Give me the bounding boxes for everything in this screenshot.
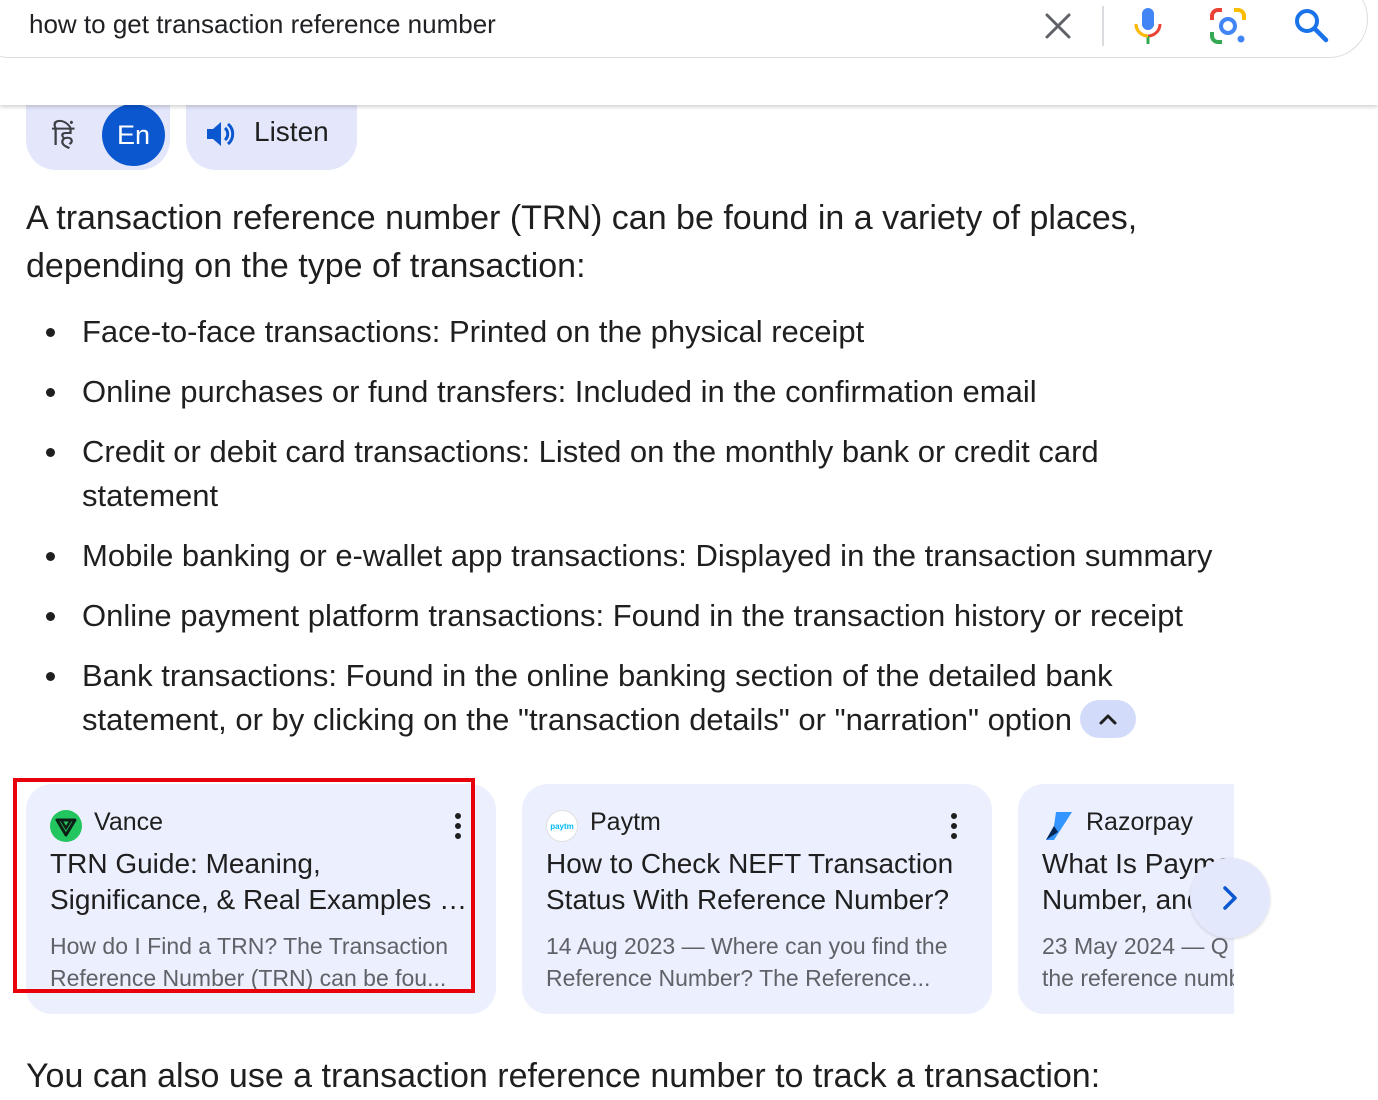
razorpay-logo-icon xyxy=(1042,810,1074,842)
more-options-icon[interactable] xyxy=(454,812,462,840)
list-item-last: Bank transactions: Found in the online b… xyxy=(46,654,1242,742)
paytm-logo-text: paytm xyxy=(550,822,574,831)
card-snippet-line: How do I Find a TRN? The Transaction xyxy=(50,933,449,959)
more-options-icon[interactable] xyxy=(950,812,958,840)
google-lens-icon[interactable] xyxy=(1208,6,1248,46)
answer-outro: You can also use a transaction reference… xyxy=(26,1057,1101,1095)
language-english-option[interactable]: En xyxy=(102,104,165,166)
list-item: Credit or debit card transactions: Liste… xyxy=(46,430,1222,518)
card-snippet-line: 14 Aug 2023 — Where can you find the xyxy=(546,933,948,959)
paytm-logo-icon: paytm xyxy=(546,810,578,842)
search-divider xyxy=(1102,6,1104,46)
card-snippet-line: 23 May 2024 — Q xyxy=(1042,933,1229,959)
card-title-line: TRN Guide: Meaning, xyxy=(50,848,321,879)
speaker-icon xyxy=(204,118,236,150)
card-snippet: 23 May 2024 — Q the reference number xyxy=(1042,930,1234,994)
card-title-line: Status With Reference Number? xyxy=(546,884,950,915)
listen-button[interactable]: Listen xyxy=(186,98,357,170)
card-snippet-line: the reference number xyxy=(1042,965,1234,991)
card-source-name: Razorpay xyxy=(1086,808,1193,836)
card-source-name: Vance xyxy=(94,808,164,836)
card-snippet: How do I Find a TRN? The Transaction Ref… xyxy=(50,930,470,994)
list-item: Online purchases or fund transfers: Incl… xyxy=(46,370,1312,414)
list-item-text: Bank transactions: Found in the online b… xyxy=(82,658,1113,737)
list-item: Face-to-face transactions: Printed on th… xyxy=(46,310,1312,354)
vance-logo-icon xyxy=(50,810,82,842)
collapse-button[interactable] xyxy=(1080,699,1137,738)
card-title[interactable]: TRN Guide: Meaning, Significance, & Real… xyxy=(50,846,470,918)
source-card-paytm[interactable]: paytm Paytm How to Check NEFT Transactio… xyxy=(522,784,992,1014)
carousel-next-button[interactable] xyxy=(1190,858,1270,938)
card-title[interactable]: How to Check NEFT Transaction Status Wit… xyxy=(546,846,966,918)
language-hindi-option[interactable]: हिं xyxy=(52,116,74,154)
card-title-line: How to Check NEFT Transaction xyxy=(546,848,954,879)
list-item: Mobile banking or e-wallet app transacti… xyxy=(46,534,1312,578)
list-item: Online payment platform transactions: Fo… xyxy=(46,594,1312,638)
chevron-up-icon xyxy=(1099,714,1117,725)
card-snippet: 14 Aug 2023 — Where can you find the Ref… xyxy=(546,930,966,994)
card-source-name: Paytm xyxy=(590,808,661,836)
language-toggle: हिं En xyxy=(26,98,170,170)
listen-label: Listen xyxy=(254,116,329,147)
card-snippet-line: Reference Number (TRN) can be fou... xyxy=(50,965,447,991)
answer-intro: A transaction reference number (TRN) can… xyxy=(26,199,1138,285)
search-input[interactable]: how to get transaction reference number xyxy=(29,9,496,40)
card-snippet-line: Reference Number? The Reference... xyxy=(546,965,931,991)
close-icon[interactable] xyxy=(1040,8,1076,44)
card-title-line: Significance, & Real Examples -... xyxy=(50,884,470,915)
microphone-icon[interactable] xyxy=(1130,6,1166,46)
chevron-right-icon xyxy=(1223,886,1237,910)
search-header: how to get transaction reference number xyxy=(0,0,1378,105)
source-cards-carousel: Vance TRN Guide: Meaning, Significance, … xyxy=(0,780,1234,1020)
source-card-vance[interactable]: Vance TRN Guide: Meaning, Significance, … xyxy=(26,784,496,1014)
search-icon[interactable] xyxy=(1292,6,1330,44)
